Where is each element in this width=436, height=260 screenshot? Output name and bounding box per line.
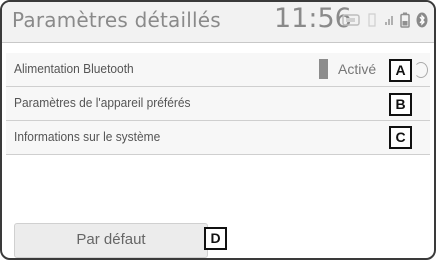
phone-icon [366, 13, 378, 27]
callout-c: C [389, 126, 412, 149]
row-label: Alimentation Bluetooth [14, 61, 134, 76]
clock: 11:56 [274, 3, 352, 34]
system-information-row[interactable]: Informations sur le système [6, 121, 430, 155]
status-icons [342, 11, 428, 29]
preferred-device-settings-row[interactable]: Paramètres de l'appareil préférés [6, 87, 430, 121]
bluetooth-icon [416, 12, 428, 28]
default-button[interactable]: Par défaut [14, 223, 208, 258]
callout-b: B [389, 93, 412, 116]
bluetooth-power-row[interactable]: Alimentation Bluetooth Activé [6, 53, 430, 87]
callout-d: D [204, 227, 227, 250]
default-button-label: Par défaut [76, 231, 146, 248]
row-label: Paramètres de l'appareil préférés [14, 95, 191, 110]
toggle-indicator [319, 59, 328, 79]
refresh-icon [414, 62, 428, 78]
row-label: Informations sur le système [14, 129, 161, 144]
signal-icon [384, 14, 394, 26]
header-bar: Paramètres détaillés 11:56 [2, 2, 434, 43]
settings-screen: Paramètres détaillés 11:56 Alimentation … [0, 0, 436, 260]
callout-a: A [389, 59, 412, 82]
toggle-status: Activé [338, 61, 377, 77]
page-title: Paramètres détaillés [12, 8, 221, 32]
battery-icon [400, 12, 410, 28]
sd-card-icon [342, 14, 360, 26]
